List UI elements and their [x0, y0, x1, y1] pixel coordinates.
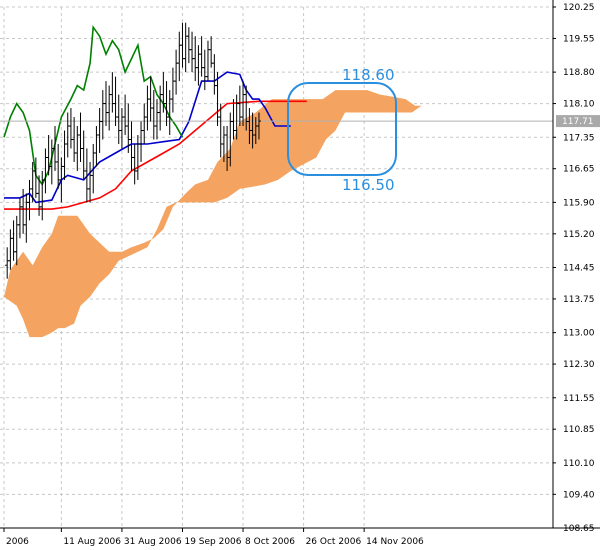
ohlc-bar [148, 76, 153, 122]
ohlc-bar [212, 54, 217, 95]
y-tick-label: 116.65 [563, 165, 595, 175]
ohlc-bar [132, 143, 137, 185]
ohlc-bar [196, 45, 201, 86]
ohlc-bar [100, 90, 105, 140]
y-tick-label: 113.75 [563, 295, 595, 305]
ohlc-bar [135, 135, 140, 180]
x-tick-label: 31 Aug 2006 [124, 537, 182, 547]
y-tick-label: 109.40 [563, 490, 595, 500]
ohlc-bar [237, 85, 242, 127]
ohlc-bar [24, 193, 29, 243]
ohlc-bar [186, 27, 191, 64]
ohlc-bar [154, 99, 159, 140]
ohlc-bar [151, 90, 156, 140]
ohlc-bar [94, 126, 99, 167]
ohlc-bar [193, 36, 198, 82]
ohlc-bar [231, 99, 236, 140]
bar-layer [5, 22, 261, 279]
y-axis: 120.25 119.55 118.80 118.10 117.35 116.65 115.… [553, 3, 600, 534]
y-tick-label: 115.20 [563, 230, 595, 240]
x-axis: 2006 11 Aug 2006 31 Aug 2006 19 Sep 2006 8 O… [3, 528, 424, 547]
range-low-label: 116.50 [342, 176, 395, 194]
ohlc-bar [81, 130, 86, 180]
ohlc-bar [119, 108, 124, 149]
ohlc-bar [107, 85, 112, 131]
y-tick-label: 119.55 [563, 34, 595, 44]
ohlc-bar [62, 130, 67, 180]
y-tick-label: 110.85 [563, 425, 595, 435]
ohlc-bar [145, 85, 150, 131]
ohlc-bar [116, 94, 121, 144]
ohlc-bar [8, 229, 13, 270]
ohlc-bar [218, 103, 223, 158]
y-tick-label: 120.25 [563, 3, 595, 13]
ohlc-bar [5, 247, 10, 279]
ohlc-bar [40, 170, 45, 221]
chart-root: 120.25 119.55 118.80 118.10 117.35 116.65 115.… [0, 0, 600, 550]
ohlc-bar [72, 117, 77, 162]
ohlc-bar [52, 126, 57, 171]
ohlc-bar [170, 67, 175, 113]
x-tick-label: 26 Oct 2006 [306, 537, 362, 547]
y-tick-label: 118.10 [563, 100, 595, 110]
x-tick-label: 14 Nov 2006 [366, 537, 424, 547]
ohlc-bar [110, 72, 115, 113]
ohlc-bar [180, 22, 185, 68]
ohlc-bar [97, 108, 102, 153]
y-tick-label: 117.35 [563, 133, 595, 143]
x-tick-label: 11 Aug 2006 [63, 537, 121, 547]
ohlc-bar [123, 94, 128, 136]
ohlc-bar [164, 81, 169, 127]
ohlc-bar [43, 148, 48, 194]
ohlc-bar [75, 126, 80, 171]
ohlc-bar [129, 121, 134, 171]
y-tick-label: 115.90 [563, 198, 595, 208]
current-price-label: 117.71 [562, 117, 594, 127]
ohlc-bar [183, 22, 188, 73]
ohlc-bar [139, 121, 144, 162]
cloud-layer [4, 90, 422, 338]
ohlc-bar [14, 215, 19, 266]
ohlc-bar [88, 161, 93, 203]
ohlc-bar [177, 31, 182, 82]
y-tick-label: 111.55 [563, 394, 595, 404]
y-tick-label: 113.00 [563, 329, 595, 339]
ohlc-bar [113, 76, 118, 127]
y-tick-label: 108.65 [563, 524, 595, 534]
ohlc-bar [17, 197, 22, 239]
ohlc-bar [65, 112, 70, 158]
ohlc-bar [46, 135, 51, 176]
y-tick-label: 112.30 [563, 360, 595, 370]
ohlc-bar [158, 85, 163, 131]
ohlc-bar [68, 108, 73, 149]
price-bars [5, 22, 261, 279]
ohlc-bar [199, 36, 204, 77]
y-tick-label: 110.10 [563, 459, 595, 469]
ohlc-bar [59, 157, 64, 203]
x-tick-label: 2006 [6, 537, 29, 547]
x-tick-label: 19 Sep 2006 [184, 537, 241, 547]
y-tick-label: 118.80 [563, 68, 595, 78]
ohlc-bar [190, 31, 195, 73]
ohlc-bar [11, 220, 16, 261]
x-tick-label: 8 Oct 2006 [245, 537, 295, 547]
ohlc-bar [103, 81, 108, 127]
ohlc-bar [142, 103, 147, 144]
cloud-area [4, 90, 422, 338]
ohlc-bar [27, 179, 32, 221]
ichimoku-chart: 120.25 119.55 118.80 118.10 117.35 116.65 115.… [0, 0, 600, 547]
ohlc-bar [202, 49, 207, 91]
y-tick-label: 114.45 [563, 264, 595, 274]
range-high-label: 118.60 [342, 66, 395, 84]
ohlc-bar [205, 40, 210, 82]
